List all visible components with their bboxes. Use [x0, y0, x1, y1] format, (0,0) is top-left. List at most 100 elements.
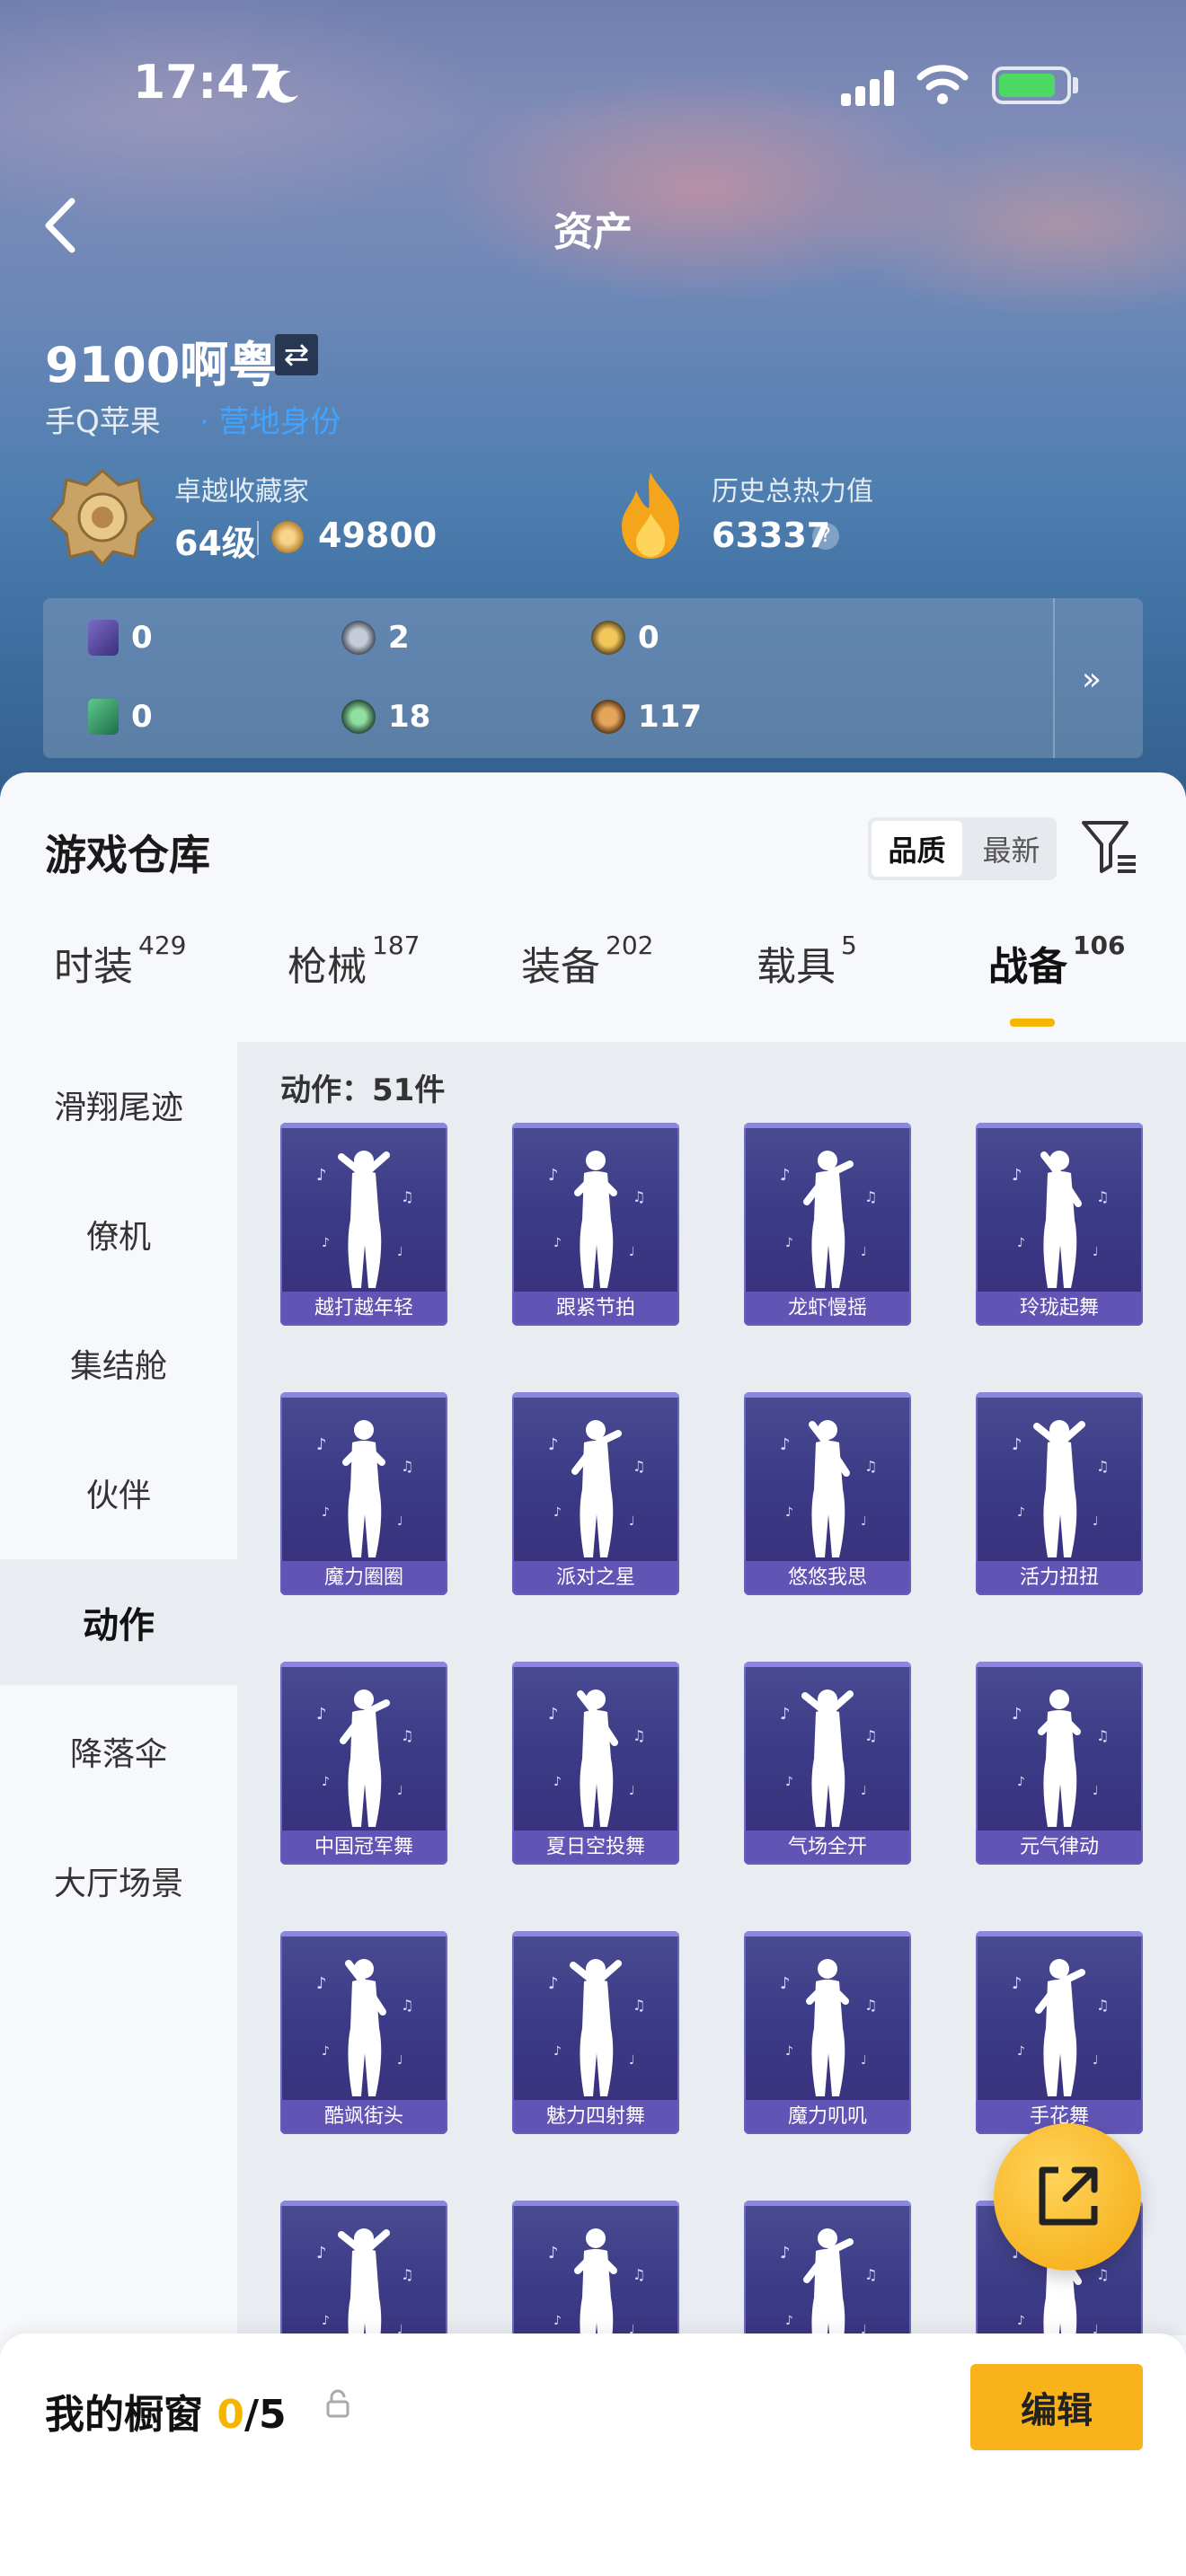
svg-text:♪: ♪ [322, 1775, 330, 1789]
sidebar-item-wingman[interactable]: 僚机 [0, 1171, 237, 1297]
emote-card[interactable]: ♪ ♫ ♪ ♩ 玲珑起舞 [976, 1123, 1143, 1326]
dancer-figure-icon: ♪ ♫ ♪ ♩ [780, 1151, 877, 1288]
svg-text:♫: ♫ [1096, 1727, 1109, 1744]
card-top-bar [280, 1662, 447, 1667]
dancer-figure-icon: ♪ ♫ ♪ ♩ [1012, 1151, 1109, 1288]
sidebar-item-lobby-scene[interactable]: 大厅场景 [0, 1818, 237, 1944]
emote-card[interactable]: ♪ ♫ ♪ ♩ 中国冠军舞 [280, 1662, 447, 1865]
emote-name: 中国冠军舞 [280, 1831, 447, 1865]
tab-firearms[interactable]: 枪械 187 [288, 931, 420, 992]
sidebar-item-emote[interactable]: 动作 [0, 1559, 237, 1685]
svg-text:♪: ♪ [553, 1236, 562, 1250]
dancer-figure-icon: ♪ ♫ ♪ ♩ [316, 1420, 413, 1557]
tab-label: 战备 [988, 944, 1067, 990]
svg-text:♪: ♪ [1012, 1705, 1022, 1724]
card-top-bar [280, 1392, 447, 1398]
filter-icon[interactable] [1080, 816, 1137, 878]
sidebar-item-partner[interactable]: 伙伴 [0, 1430, 237, 1556]
emote-card[interactable]: ♪ ♫ ♪ ♩ 魔力圈圈 [280, 1392, 447, 1595]
emote-card[interactable]: ♪ ♫ ♪ ♩ 龙虾慢摇 [744, 1123, 911, 1326]
flame-icon [613, 471, 688, 560]
svg-text:♪: ♪ [780, 1435, 791, 1454]
tab-fashion[interactable]: 时装 429 [54, 931, 186, 992]
sidebar-item-parachute[interactable]: 降落伞 [0, 1689, 237, 1814]
share-button[interactable] [994, 2123, 1141, 2271]
sort-quality-button[interactable]: 品质 [872, 821, 962, 877]
emote-name: 元气律动 [976, 1831, 1143, 1865]
silver-coin-icon [341, 621, 376, 655]
emote-name: 悠悠我思 [744, 1561, 911, 1595]
svg-text:♪: ♪ [780, 2244, 791, 2263]
emote-card[interactable]: ♪ ♫ ♪ ♩ 酷飒街头 [280, 1931, 447, 2134]
emote-card[interactable]: ♪ ♫ ♪ ♩ 悠悠我思 [744, 1392, 911, 1595]
emote-name: 酷飒街头 [280, 2100, 447, 2134]
tab-vehicles[interactable]: 载具 5 [757, 931, 857, 992]
svg-text:♩: ♩ [861, 2053, 867, 2068]
svg-text:♪: ♪ [548, 1705, 559, 1724]
emote-card[interactable]: ♪ ♫ ♪ ♩ 手花舞 [976, 1931, 1143, 2134]
svg-text:♫: ♫ [864, 1458, 877, 1475]
svg-text:♫: ♫ [401, 1458, 413, 1475]
svg-text:♫: ♫ [1096, 1188, 1109, 1205]
camp-identity-link[interactable]: · 营地身份 [199, 397, 341, 441]
emote-name: 玲珑起舞 [976, 1292, 1143, 1326]
edit-button[interactable]: 编辑 [970, 2364, 1143, 2450]
expand-more-icon[interactable]: » [1082, 661, 1102, 698]
emote-card[interactable]: ♪ ♫ ♪ ♩ 越打越年轻 [280, 1123, 447, 1326]
svg-text:♫: ♫ [1096, 1458, 1109, 1475]
green-card-icon [88, 699, 119, 735]
svg-text:♪: ♪ [785, 2044, 793, 2059]
coin-icon [271, 521, 304, 553]
tab-label: 装备 [521, 944, 600, 990]
tab-equipment[interactable]: 装备 202 [521, 931, 654, 992]
dancer-figure-icon: ♪ ♫ ♪ ♩ [316, 1151, 413, 1288]
card-top-bar [744, 2201, 911, 2206]
question-icon[interactable]: ? [812, 523, 839, 550]
tab-count: 202 [606, 931, 654, 960]
card-top-bar [976, 1931, 1143, 1936]
battery-icon [992, 66, 1071, 104]
bronze-coin-icon [591, 700, 625, 734]
svg-text:♩: ♩ [397, 2053, 403, 2068]
emote-card[interactable]: ♪ ♫ ♪ ♩ 气场全开 [744, 1662, 911, 1865]
battery-cap [1073, 77, 1078, 93]
collector-label: 卓越收藏家 [174, 476, 309, 507]
collector-medal-icon[interactable] [48, 467, 157, 567]
svg-text:♪: ♪ [316, 1705, 327, 1724]
card-top-bar [744, 1931, 911, 1936]
svg-text:♪: ♪ [322, 1236, 330, 1250]
emote-card[interactable]: ♪ ♫ ♪ ♩ 跟紧节拍 [512, 1123, 679, 1326]
emote-card[interactable]: ♪ ♫ ♪ ♩ 元气律动 [976, 1662, 1143, 1865]
svg-text:♩: ♩ [1093, 1784, 1099, 1798]
sort-newest-button[interactable]: 最新 [966, 817, 1057, 880]
svg-text:♪: ♪ [785, 1505, 793, 1520]
emote-card[interactable]: ♪ ♫ ♪ ♩ 派对之星 [512, 1392, 679, 1595]
svg-text:♫: ♫ [864, 1188, 877, 1205]
dancer-figure-icon: ♪ ♫ ♪ ♩ [316, 1959, 413, 2096]
dancer-figure-icon: ♪ ♫ ♪ ♩ [1012, 1959, 1109, 2096]
tab-count: 5 [841, 931, 857, 960]
emote-card[interactable]: ♪ ♫ ♪ ♩ 活力扭扭 [976, 1392, 1143, 1595]
svg-text:♫: ♫ [864, 1727, 877, 1744]
emote-name: 跟紧节拍 [512, 1292, 679, 1326]
wifi-icon [916, 63, 969, 106]
currency-value: 2 [388, 620, 410, 656]
currency-value: 0 [131, 699, 153, 735]
gold-coin-icon [591, 621, 625, 655]
svg-text:♪: ♪ [548, 1435, 559, 1454]
tab-label: 枪械 [288, 944, 367, 990]
sidebar-item-assembly-pod[interactable]: 集结舱 [0, 1301, 237, 1426]
sidebar-item-glide-trail[interactable]: 滑翔尾迹 [0, 1042, 237, 1168]
vitrine-total: /5 [243, 2392, 287, 2438]
svg-text:♪: ♪ [553, 1775, 562, 1789]
emote-card[interactable]: ♪ ♫ ♪ ♩ 魔力叽叽 [744, 1931, 911, 2134]
svg-text:♪: ♪ [785, 2314, 793, 2328]
emote-card[interactable]: ♪ ♫ ♪ ♩ 夏日空投舞 [512, 1662, 679, 1865]
svg-text:♫: ♫ [401, 1997, 413, 2014]
switch-account-icon[interactable]: ⇄ [275, 334, 318, 375]
emote-card[interactable]: ♪ ♫ ♪ ♩ 魅力四射舞 [512, 1931, 679, 2134]
svg-text:♩: ♩ [861, 1245, 867, 1259]
svg-text:♪: ♪ [553, 2314, 562, 2328]
tab-combat-gear[interactable]: 战备 106 [988, 931, 1125, 992]
dancer-figure-icon: ♪ ♫ ♪ ♩ [548, 1959, 645, 2096]
